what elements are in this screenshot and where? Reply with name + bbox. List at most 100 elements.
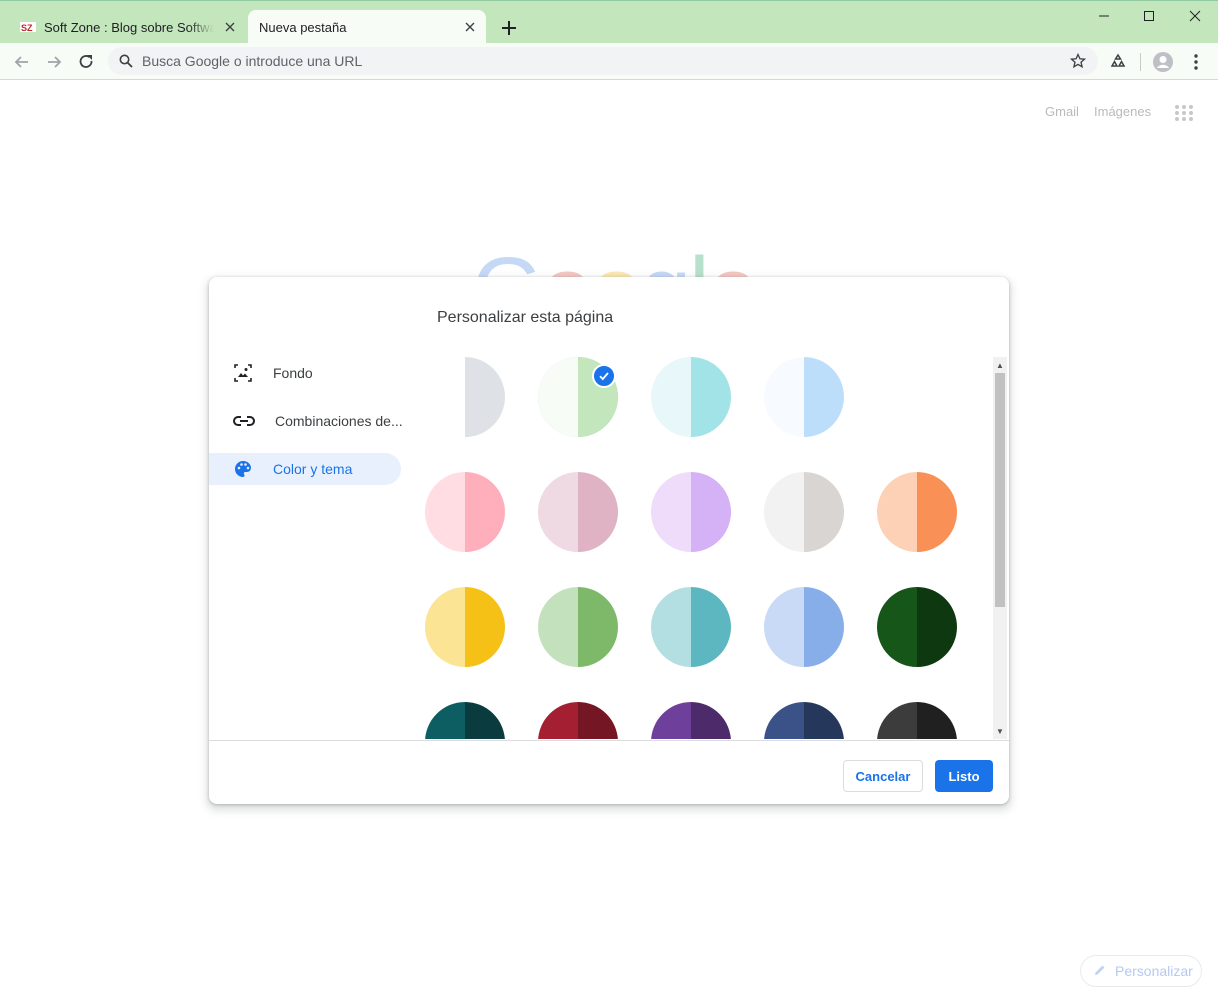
swatch-left-half [764,357,804,437]
menu-item-label: Color y tema [273,461,353,477]
theme-swatch[interactable] [764,472,844,552]
swatch-right-half [917,587,957,667]
tab-new-tab[interactable]: Nueva pestaña [248,10,486,44]
swatch-right-half [917,702,957,739]
omnibox-input[interactable] [142,47,1042,75]
theme-swatch[interactable] [877,702,957,739]
swatch-right-half [804,357,844,437]
theme-swatch[interactable] [651,587,731,667]
toolbar-divider [1140,53,1141,71]
swatch-left-half [877,472,917,552]
close-tab-icon[interactable] [462,19,478,35]
swatch-left-half [425,702,465,739]
done-button[interactable]: Listo [935,760,993,792]
scroll-up-icon[interactable]: ▲ [996,362,1004,370]
customize-label: Personalizar [1115,963,1193,979]
tab-title: Soft Zone : Blog sobre Software c [44,19,214,35]
pencil-icon [1093,963,1107,980]
swatch-right-half [804,587,844,667]
theme-swatch[interactable] [651,472,731,552]
theme-swatch[interactable] [651,357,731,437]
theme-swatch[interactable] [877,587,957,667]
swatch-left-half [538,702,578,739]
swatch-left-half [538,472,578,552]
close-icon[interactable] [1172,5,1218,27]
maximize-icon[interactable] [1126,5,1172,27]
swatch-right-half [578,472,618,552]
swatch-left-half [764,587,804,667]
swatch-right-half [804,472,844,552]
menu-icon[interactable] [1184,50,1208,74]
swatch-right-half [691,472,731,552]
search-icon [119,54,133,73]
swatch-left-half [764,702,804,739]
dialog-title: Personalizar esta página [437,309,614,326]
toolbar [0,43,1218,80]
swatch-right-half [691,357,731,437]
swatch-right-half [465,702,505,739]
image-icon [233,363,253,383]
scroll-down-icon[interactable]: ▼ [996,728,1004,736]
theme-swatch[interactable] [538,472,618,552]
menu-item-background[interactable]: Fondo [209,357,401,389]
close-tab-icon[interactable] [222,19,238,35]
images-link[interactable]: Imágenes [1094,104,1151,119]
customize-button[interactable]: Personalizar [1080,955,1202,987]
palette-icon [233,459,253,479]
swatch-right-half [804,702,844,739]
apps-grid-icon[interactable] [1174,104,1194,122]
swatch-left-half [538,587,578,667]
tab-strip: SZ Soft Zone : Blog sobre Software c Nue… [0,0,1218,44]
softzone-favicon-icon: SZ [20,21,36,33]
tab-softzone[interactable]: SZ Soft Zone : Blog sobre Software c [8,10,246,44]
swatch-right-half [578,587,618,667]
swatch-right-half [465,357,505,437]
swatch-left-half [651,472,691,552]
swatch-right-half [578,702,618,739]
minimize-icon[interactable] [1081,5,1127,27]
swatch-left-half [651,702,691,739]
omnibox[interactable] [108,47,1098,75]
back-icon[interactable] [10,50,34,74]
theme-swatch[interactable] [538,702,618,739]
swatch-left-half [877,587,917,667]
theme-swatch-grid [417,357,993,739]
scrollbar-thumb[interactable] [995,373,1005,607]
theme-swatch[interactable] [764,702,844,739]
theme-swatch[interactable] [651,702,731,739]
swatch-right-half [691,702,731,739]
star-icon[interactable] [1069,52,1087,74]
theme-swatch[interactable] [425,472,505,552]
profile-icon[interactable] [1151,50,1175,74]
swatch-left-half [764,472,804,552]
gmail-link[interactable]: Gmail [1045,104,1079,119]
tab-title: Nueva pestaña [259,19,347,35]
new-tab-icon[interactable] [498,17,520,39]
forward-icon[interactable] [42,50,66,74]
swatch-left-half [877,702,917,739]
menu-item-label: Combinaciones de... [275,413,403,429]
theme-swatch[interactable] [425,587,505,667]
theme-swatch[interactable] [425,702,505,739]
swatch-right-half [465,472,505,552]
svg-text:SZ: SZ [21,23,33,33]
cancel-button[interactable]: Cancelar [843,760,923,792]
theme-swatch[interactable] [538,587,618,667]
theme-swatch[interactable] [764,587,844,667]
theme-swatch[interactable] [425,357,505,437]
dialog-footer: Cancelar Listo [209,740,1009,804]
check-icon [592,364,616,388]
menu-item-shortcuts[interactable]: Combinaciones de... [209,405,403,437]
reload-icon[interactable] [74,50,98,74]
theme-swatch[interactable] [877,472,957,552]
swatch-left-half [538,357,578,437]
swatch-right-half [465,587,505,667]
link-icon [233,411,255,431]
extension-icon[interactable] [1106,50,1130,74]
swatch-left-half [651,587,691,667]
swatch-left-half [425,472,465,552]
swatch-right-half [917,472,957,552]
theme-swatch[interactable] [764,357,844,437]
swatch-left-half [651,357,691,437]
menu-item-color-theme[interactable]: Color y tema [209,453,401,485]
